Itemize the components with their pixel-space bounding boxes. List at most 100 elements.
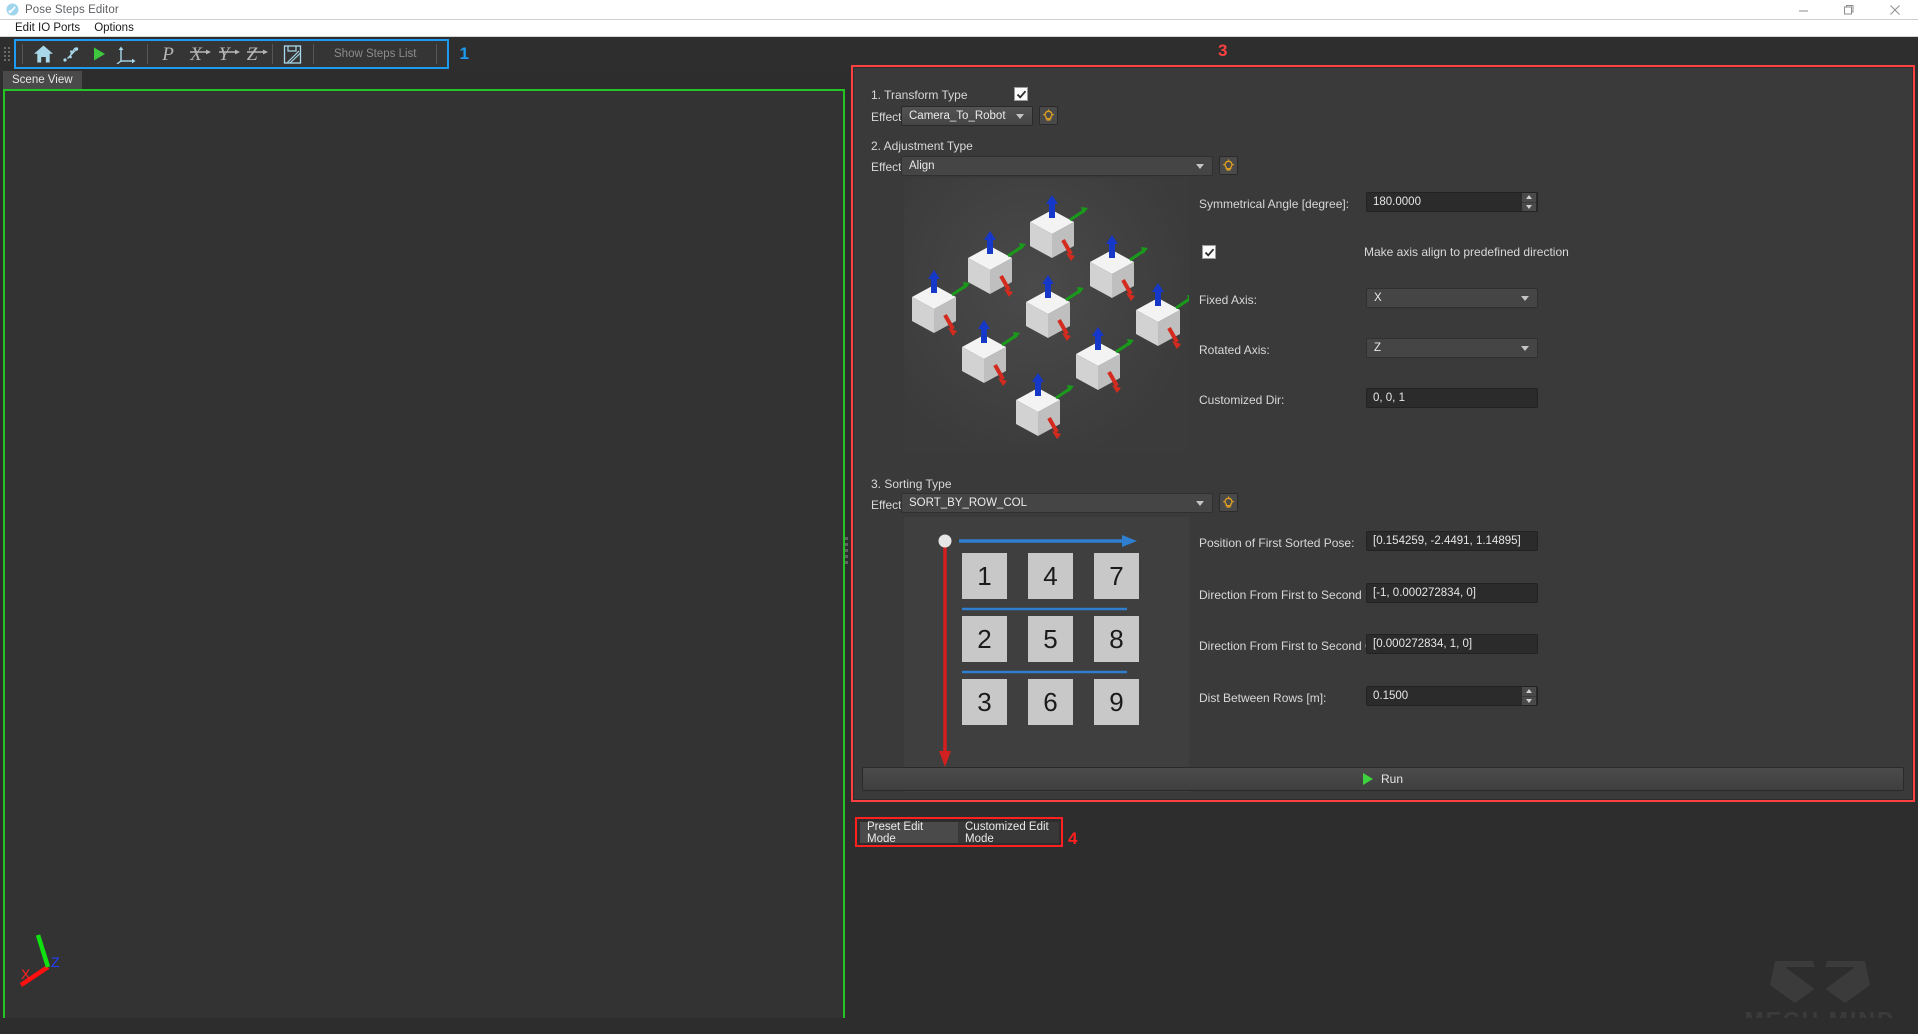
symmetrical-angle-stepper[interactable] xyxy=(1521,193,1536,211)
first-sorted-pose-value: [0.154259, -2.4491, 1.14895] xyxy=(1373,535,1521,547)
z-vector-icon[interactable]: Z xyxy=(238,41,266,67)
chevron-down-icon xyxy=(1521,346,1529,351)
customized-dir-label: Customized Dir: xyxy=(1199,393,1284,407)
menu-item-edit-io-ports[interactable]: Edit IO Ports xyxy=(8,20,87,37)
transform-type-checkbox[interactable] xyxy=(1014,87,1028,101)
fixed-axis-label: Fixed Axis: xyxy=(1199,293,1257,307)
dir-second-column-value: [0.000272834, 1, 0] xyxy=(1373,638,1472,650)
dir-second-row-input[interactable]: [-1, 0.000272834, 0] xyxy=(1366,583,1538,603)
dist-between-rows-value: 0.1500 xyxy=(1367,690,1521,702)
adjustment-hint-lightbulb-icon[interactable] xyxy=(1219,156,1238,175)
window-controls xyxy=(1780,0,1918,20)
menu-item-options[interactable]: Options xyxy=(87,20,141,37)
annotation-4: 4 xyxy=(1068,829,1077,849)
transform-hint-lightbulb-icon[interactable] xyxy=(1039,106,1058,125)
scene-view-highlight: 2 X Z xyxy=(3,89,845,1022)
stepper-up-icon[interactable] xyxy=(1522,193,1536,203)
first-sorted-pose-label: Position of First Sorted Pose: xyxy=(1199,536,1354,550)
align-poses-illustration xyxy=(904,178,1189,453)
adjustment-effect-combo[interactable]: Align xyxy=(901,156,1213,176)
tab-preset-edit-mode[interactable]: Preset Edit Mode xyxy=(860,822,958,843)
sort-cell: 4 xyxy=(1028,553,1073,599)
sorting-hint-lightbulb-icon[interactable] xyxy=(1219,493,1238,512)
symmetrical-angle-value: 180.0000 xyxy=(1367,196,1521,208)
sort-cell: 7 xyxy=(1094,553,1139,599)
rotated-axis-label: Rotated Axis: xyxy=(1199,343,1270,357)
axis-icon[interactable] xyxy=(113,41,141,67)
app-logo-icon xyxy=(6,3,19,16)
title-bar: Pose Steps Editor xyxy=(0,0,1918,20)
tab-scene-view[interactable]: Scene View xyxy=(3,71,82,90)
sort-by-row-col-grid: 1 4 7 2 5 8 3 6 9 xyxy=(904,517,1189,792)
sort-cell: 2 xyxy=(962,616,1007,662)
symmetrical-angle-spinner[interactable]: 180.0000 xyxy=(1366,192,1538,212)
make-axis-align-label: Make axis align to predefined direction xyxy=(1364,245,1569,259)
p-vector-icon[interactable]: P xyxy=(154,41,182,67)
chevron-down-icon xyxy=(1016,114,1024,119)
transform-effect-combo[interactable]: Camera_To_Robot xyxy=(901,106,1033,126)
save-edit-icon[interactable] xyxy=(279,41,307,67)
adjustment-effect-value: Align xyxy=(909,160,1196,172)
sorting-effect-value: SORT_BY_ROW_COL xyxy=(909,497,1196,509)
scene-viewport[interactable]: X Z xyxy=(6,92,842,1019)
maximize-icon[interactable] xyxy=(1826,0,1872,20)
play-icon[interactable] xyxy=(85,41,113,67)
show-steps-list-button[interactable]: Show Steps List xyxy=(320,48,430,60)
sort-cell: 6 xyxy=(1028,679,1073,725)
sorting-effect-combo[interactable]: SORT_BY_ROW_COL xyxy=(901,493,1213,513)
adjustment-type-title: 2. Adjustment Type xyxy=(871,139,973,153)
panel-splitter[interactable] xyxy=(843,71,850,1030)
main-toolbar: P X Y xyxy=(14,39,449,69)
window-title: Pose Steps Editor xyxy=(25,4,119,16)
sort-cell: 5 xyxy=(1028,616,1073,662)
toolbar-drag-handle[interactable] xyxy=(2,37,11,71)
sorting-effect-label: Effect: xyxy=(871,498,905,512)
transform-type-title: 1. Transform Type xyxy=(871,88,968,102)
annotation-3: 3 xyxy=(1218,41,1227,61)
dist-between-rows-spinner[interactable]: 0.1500 xyxy=(1366,686,1538,706)
p-vector-label: P xyxy=(162,45,174,64)
chevron-down-icon xyxy=(1196,501,1204,506)
stepper-down-icon[interactable] xyxy=(1522,203,1536,212)
menu-bar: Edit IO Ports Options xyxy=(0,20,1918,37)
close-icon[interactable] xyxy=(1872,0,1918,20)
minimize-icon[interactable] xyxy=(1780,0,1826,20)
main-area: Scene View 2 X Z 3 1. Transform xyxy=(0,71,1918,1030)
axis-label-x: X xyxy=(21,966,31,982)
sorting-type-title: 3. Sorting Type xyxy=(871,477,952,491)
fixed-axis-value: X xyxy=(1374,292,1521,304)
run-button[interactable]: Run xyxy=(862,767,1904,791)
dist-between-rows-stepper[interactable] xyxy=(1521,687,1536,705)
dir-second-row-label: Direction From First to Second Row: xyxy=(1199,588,1392,602)
home-icon[interactable] xyxy=(29,41,57,67)
dist-between-rows-label: Dist Between Rows [m]: xyxy=(1199,691,1326,705)
y-vector-icon[interactable]: Y xyxy=(210,41,238,67)
point-cloud-icon[interactable] xyxy=(57,41,85,67)
rotated-axis-combo[interactable]: Z xyxy=(1366,338,1538,358)
symmetrical-angle-label: Symmetrical Angle [degree]: xyxy=(1199,197,1349,211)
sort-cell: 8 xyxy=(1094,616,1139,662)
edit-mode-tabs-highlight: Preset Edit Mode Customized Edit Mode xyxy=(855,817,1063,847)
stepper-up-icon[interactable] xyxy=(1522,687,1536,697)
chevron-down-icon xyxy=(1196,164,1204,169)
customized-dir-input[interactable]: 0, 0, 1 xyxy=(1366,388,1538,408)
transform-effect-label: Effect: xyxy=(871,110,905,124)
run-button-label: Run xyxy=(1381,772,1403,786)
sort-cell: 9 xyxy=(1094,679,1139,725)
dir-second-column-input[interactable]: [0.000272834, 1, 0] xyxy=(1366,634,1538,654)
rotated-axis-value: Z xyxy=(1374,342,1521,354)
adjustment-effect-label: Effect: xyxy=(871,160,905,174)
axis-label-z: Z xyxy=(51,954,60,970)
editor-panel-highlight: 3 1. Transform Type Effect: Camera_To_Ro… xyxy=(851,65,1915,802)
customized-dir-value: 0, 0, 1 xyxy=(1373,392,1405,404)
chevron-down-icon xyxy=(1521,296,1529,301)
fixed-axis-combo[interactable]: X xyxy=(1366,288,1538,308)
stepper-down-icon[interactable] xyxy=(1522,697,1536,706)
tab-customized-edit-mode[interactable]: Customized Edit Mode xyxy=(958,822,1059,843)
make-axis-align-checkbox[interactable] xyxy=(1202,245,1216,259)
axis-gizmo: X Z xyxy=(16,929,86,999)
x-vector-icon[interactable]: X xyxy=(182,41,210,67)
sort-cell: 1 xyxy=(962,553,1007,599)
sort-cell: 3 xyxy=(962,679,1007,725)
first-sorted-pose-input[interactable]: [0.154259, -2.4491, 1.14895] xyxy=(1366,531,1538,551)
